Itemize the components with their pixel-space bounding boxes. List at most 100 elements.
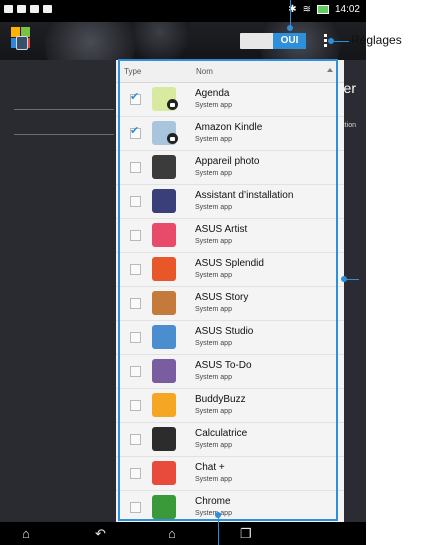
app-type: System app xyxy=(195,272,232,279)
sidebar xyxy=(0,60,116,522)
app-type: System app xyxy=(195,238,232,245)
column-header-type[interactable]: Type xyxy=(124,67,141,76)
action-bar xyxy=(0,22,366,60)
chrome-icon xyxy=(152,495,176,519)
table-row[interactable]: ASUS Studio System app xyxy=(116,320,344,355)
app-name: ASUS Studio xyxy=(195,326,254,337)
table-header: Type Nom xyxy=(116,60,344,83)
splendid-icon xyxy=(152,257,176,281)
row-checkbox[interactable] xyxy=(130,400,141,411)
row-checkbox[interactable] xyxy=(130,90,141,105)
recent-apps-icon[interactable]: ❐ xyxy=(240,526,252,541)
row-checkbox[interactable] xyxy=(130,124,141,139)
app-type: System app xyxy=(195,476,232,483)
callout-dot xyxy=(341,276,347,282)
table-row[interactable]: Chrome System app xyxy=(116,490,344,522)
app-name: Assistant d’installation xyxy=(195,190,294,201)
table-row[interactable]: Agenda System app xyxy=(116,82,344,117)
callout-line xyxy=(218,515,219,545)
studio-icon xyxy=(152,325,176,349)
callout-dot xyxy=(328,38,334,44)
table-row[interactable]: ASUS Splendid System app xyxy=(116,252,344,287)
app-name: ASUS Splendid xyxy=(195,258,264,269)
table-row[interactable]: Appareil photo System app xyxy=(116,150,344,185)
row-checkbox[interactable] xyxy=(130,264,141,275)
row-checkbox[interactable] xyxy=(130,502,141,513)
settings-callout-label: Réglages xyxy=(351,33,402,47)
app-name: Amazon Kindle xyxy=(195,122,263,133)
table-row[interactable]: Calculatrice System app xyxy=(116,422,344,457)
chat-plus-icon xyxy=(152,461,176,485)
callout-dot xyxy=(287,25,293,31)
table-row[interactable]: ASUS To-Do System app xyxy=(116,354,344,389)
app-name: ASUS Artist xyxy=(195,224,248,235)
notification-icon xyxy=(4,5,13,13)
app-name: BuddyBuzz xyxy=(195,394,246,405)
row-checkbox[interactable] xyxy=(130,366,141,377)
callout-line xyxy=(290,0,291,26)
lock-icon xyxy=(167,99,178,110)
story-icon xyxy=(152,291,176,315)
app-name: ASUS To-Do xyxy=(195,360,252,371)
recent-menu-icon[interactable]: ⌂ xyxy=(22,526,30,541)
app-name: Chrome xyxy=(195,496,231,507)
callout-dot xyxy=(215,512,221,518)
todo-icon xyxy=(152,359,176,383)
notification-icon xyxy=(43,5,52,13)
battery-icon xyxy=(316,5,329,14)
back-icon[interactable]: ↶ xyxy=(95,526,106,541)
app-type: System app xyxy=(195,408,232,415)
app-type: System app xyxy=(195,170,232,177)
app-name: Appareil photo xyxy=(195,156,260,167)
lock-icon xyxy=(167,133,178,144)
row-checkbox[interactable] xyxy=(130,230,141,241)
app-locker-toggle[interactable]: OUI xyxy=(240,33,306,49)
app-name: Agenda xyxy=(195,88,230,99)
tablet-screen: ✱ ≋ 14:02 OUI App Locker File Protection… xyxy=(0,0,366,545)
wifi-icon: ≋ xyxy=(302,4,311,15)
home-icon[interactable]: ⌂ xyxy=(168,526,176,541)
app-type: System app xyxy=(195,374,232,381)
toggle-on-label: OUI xyxy=(273,33,306,49)
app-type: System app xyxy=(195,510,232,517)
app-name: ASUS Story xyxy=(195,292,249,303)
navigation-bar: ⌂ ↶ ⌂ ❐ xyxy=(0,522,366,545)
notification-icons xyxy=(4,5,52,13)
row-checkbox[interactable] xyxy=(130,196,141,207)
setup-wizard-icon xyxy=(152,189,176,213)
artist-icon xyxy=(152,223,176,247)
table-row[interactable]: Chat + System app xyxy=(116,456,344,491)
app-name: Calculatrice xyxy=(195,428,248,439)
divider xyxy=(14,109,114,110)
notification-icon xyxy=(17,5,26,13)
app-type: System app xyxy=(195,442,232,449)
column-header-name[interactable]: Nom xyxy=(196,67,213,76)
notification-icon xyxy=(30,5,39,13)
divider xyxy=(14,134,114,135)
row-checkbox[interactable] xyxy=(130,332,141,343)
table-row[interactable]: Amazon Kindle System app xyxy=(116,116,344,151)
app-type: System app xyxy=(195,204,232,211)
table-row[interactable]: ASUS Artist System app xyxy=(116,218,344,253)
row-checkbox[interactable] xyxy=(130,468,141,479)
callout-line xyxy=(345,279,359,280)
sort-arrow-icon[interactable] xyxy=(327,68,333,72)
app-list-panel: Type Nom Agenda System app Amazon Kindle Sy… xyxy=(116,60,344,522)
app-type: System app xyxy=(195,340,232,347)
table-row[interactable]: Assistant d’installation System app xyxy=(116,184,344,219)
row-checkbox[interactable] xyxy=(130,162,141,173)
system-icons: ✱ ≋ 14:02 xyxy=(288,4,360,15)
table-row[interactable]: ASUS Story System app xyxy=(116,286,344,321)
buddybuzz-icon xyxy=(152,393,176,417)
app-name: Chat + xyxy=(195,462,225,473)
calculator-icon xyxy=(152,427,176,451)
row-checkbox[interactable] xyxy=(130,434,141,445)
row-checkbox[interactable] xyxy=(130,298,141,309)
overflow-menu-button[interactable] xyxy=(322,34,328,50)
status-bar: ✱ ≋ 14:02 xyxy=(0,0,366,22)
table-row[interactable]: BuddyBuzz System app xyxy=(116,388,344,423)
app-type: System app xyxy=(195,136,232,143)
app-locker-icon xyxy=(11,27,31,53)
camera-icon xyxy=(152,155,176,179)
app-type: System app xyxy=(195,306,232,313)
